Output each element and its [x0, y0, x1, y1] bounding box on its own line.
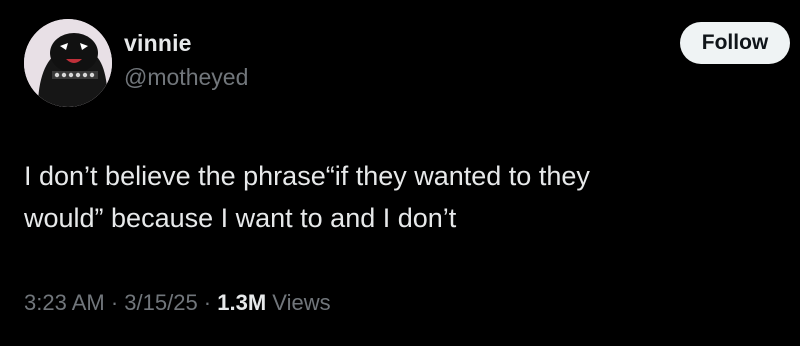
tweet-text-line: I don’t believe the phrase“if they wante… [24, 161, 590, 191]
avatar-image [24, 19, 112, 107]
meta-separator: · [104, 290, 125, 315]
tweet-text: I don’t believe the phrase“if they wante… [24, 155, 764, 239]
tweet-card: vinnie @motheyed Follow I don’t believe … [0, 0, 800, 346]
timestamp-date[interactable]: 3/15/25 [124, 290, 197, 315]
user-handle[interactable]: @motheyed [124, 64, 248, 91]
follow-button[interactable]: Follow [680, 22, 790, 64]
views-label: Views [272, 290, 331, 315]
display-name[interactable]: vinnie [124, 30, 192, 57]
tweet-meta: 3:23 AM · 3/15/25 · 1.3M Views [24, 290, 331, 316]
avatar[interactable] [24, 19, 112, 107]
timestamp-time[interactable]: 3:23 AM [24, 290, 105, 315]
meta-separator: · [197, 290, 218, 315]
views-count[interactable]: 1.3M [217, 290, 266, 315]
tweet-text-line: would” because I want to and I don’t [24, 203, 457, 233]
